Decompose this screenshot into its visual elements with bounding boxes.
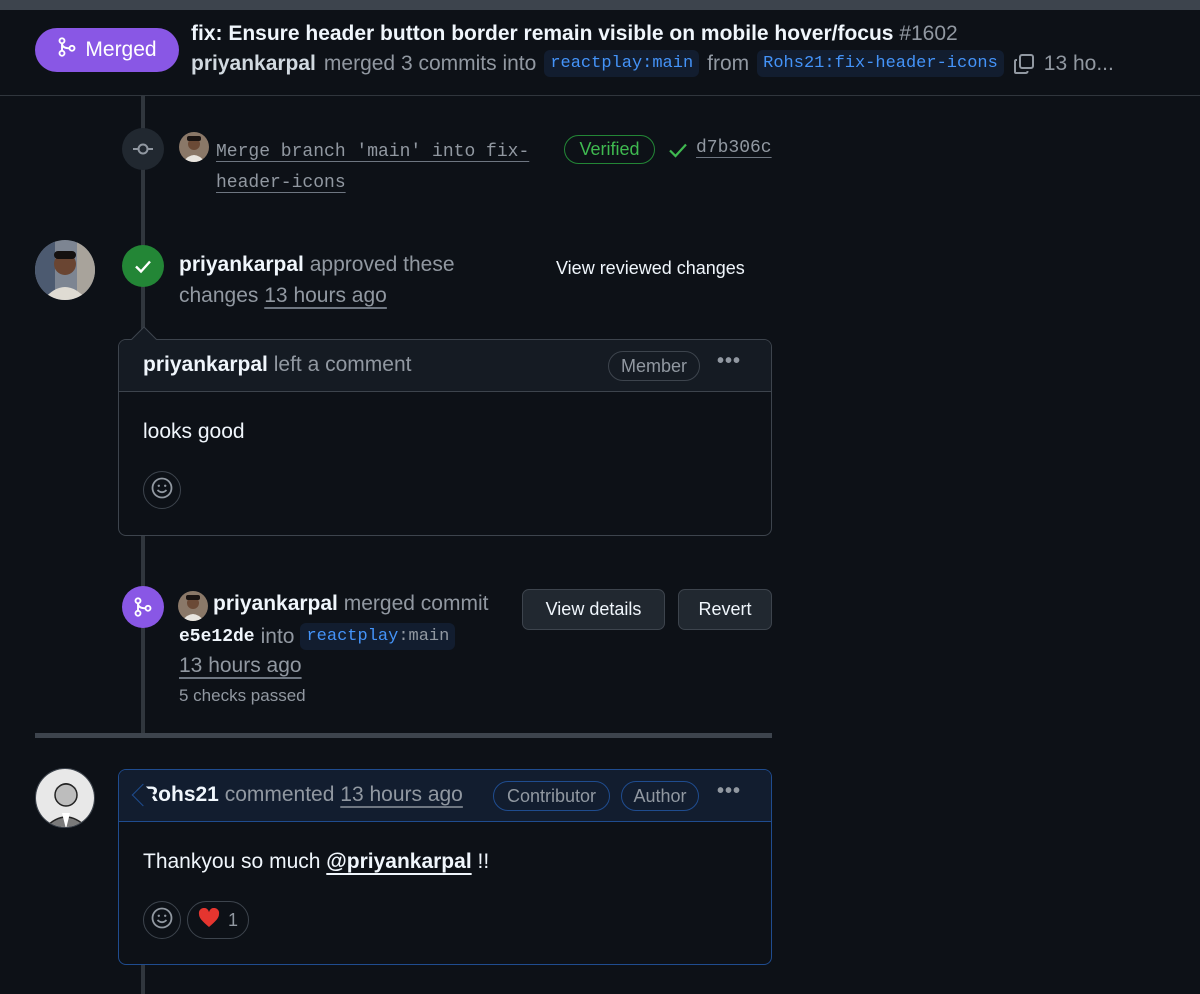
branch-owner: reactplay xyxy=(306,627,399,646)
pr-title-text: fix: Ensure header button border remain … xyxy=(191,22,894,45)
comment-body-suffix: !! xyxy=(477,850,490,873)
member-badge-label: Member xyxy=(620,355,687,376)
heart-reaction-button[interactable]: 1 xyxy=(187,901,249,939)
contributor-badge: Contributor xyxy=(493,781,610,811)
from-text: from xyxy=(707,51,750,75)
merge-commit-line: e5e12de into reactplay:main xyxy=(179,623,456,650)
approved-check-icon xyxy=(122,245,164,287)
check-icon xyxy=(667,139,689,166)
reviewer-avatar[interactable] xyxy=(35,240,95,300)
author-badge: Author xyxy=(621,781,699,811)
verified-badge[interactable]: Verified xyxy=(564,135,655,164)
timeline-line xyxy=(141,535,145,735)
checks-passed-text[interactable]: 5 checks passed xyxy=(179,686,306,706)
author-comment-header: Rohs21 commented 13 hours ago Contributo… xyxy=(119,770,771,822)
author-badge-label: Author xyxy=(633,785,687,806)
member-badge: Member xyxy=(608,351,700,381)
add-reaction-button[interactable] xyxy=(143,471,181,509)
revert-label: Revert xyxy=(698,599,752,619)
heart-icon xyxy=(198,907,220,933)
author-avatar[interactable] xyxy=(35,768,95,828)
pr-merge-time: 13 ho... xyxy=(1043,51,1114,75)
copy-icon[interactable] xyxy=(1012,52,1036,76)
commit-node-icon xyxy=(122,128,164,170)
contributor-badge-label: Contributor xyxy=(506,785,597,806)
smiley-icon xyxy=(150,476,174,505)
review-summary: priyankarpal approved these changes 13 h… xyxy=(179,249,509,311)
add-reaction-button[interactable] xyxy=(143,901,181,939)
review-comment-box: priyankarpal left a comment Member ••• l… xyxy=(118,339,772,536)
commit-message-line-2: header-icons xyxy=(216,173,346,193)
comment-body: looks good xyxy=(143,420,245,443)
view-details-button[interactable]: View details xyxy=(522,589,665,630)
pr-title: fix: Ensure header button border remain … xyxy=(191,22,958,46)
comment-action-text: commented xyxy=(224,783,335,806)
comment-author-link[interactable]: priyankarpal xyxy=(143,353,268,376)
review-comment-header: priyankarpal left a comment Member ••• xyxy=(119,340,771,392)
merge-commit-sha-link[interactable]: e5e12de xyxy=(179,627,255,647)
commit-author-avatar[interactable] xyxy=(179,132,209,162)
smiley-icon xyxy=(150,906,174,935)
merger-name-link[interactable]: priyankarpal xyxy=(213,592,338,615)
branch-name: :main xyxy=(398,627,450,646)
pr-number: #1602 xyxy=(899,22,958,45)
comment-body: Thankyou so much @priyankarpal !! xyxy=(143,850,489,874)
git-merge-icon xyxy=(57,37,77,63)
more-options-icon[interactable]: ••• xyxy=(717,780,741,803)
commit-message-line-1: Merge branch 'main' into fix- xyxy=(216,142,530,162)
merger-avatar[interactable] xyxy=(178,591,208,621)
merged-status-label: Merged xyxy=(85,38,157,61)
commit-message-link[interactable]: Merge branch 'main' into fix- header-ico… xyxy=(216,137,529,199)
merge-time-link[interactable]: 13 hours ago xyxy=(179,654,302,678)
view-details-label: View details xyxy=(545,599,642,619)
pr-merger-link[interactable]: priyankarpal xyxy=(191,52,316,76)
pr-merged-text: merged 3 commits into xyxy=(323,51,537,75)
commit-sha-link[interactable]: d7b306c xyxy=(696,138,772,158)
timeline-divider xyxy=(35,733,772,738)
review-action-text-2: changes xyxy=(179,284,259,307)
merged-status-pill: Merged xyxy=(35,28,179,72)
pr-header: Merged fix: Ensure header button border … xyxy=(0,10,1200,96)
window-top-strip xyxy=(0,0,1200,10)
merge-event-summary: priyankarpal merged commit xyxy=(213,592,488,616)
more-options-icon[interactable]: ••• xyxy=(717,350,741,373)
author-comment-box: Rohs21 commented 13 hours ago Contributo… xyxy=(118,769,772,965)
verified-badge-label: Verified xyxy=(579,139,640,159)
review-time-link[interactable]: 13 hours ago xyxy=(264,284,387,307)
timeline-line xyxy=(141,965,145,994)
comment-action-text: left a comment xyxy=(273,353,412,376)
view-reviewed-changes-button[interactable]: View reviewed changes xyxy=(556,258,745,279)
comment-time-link[interactable]: 13 hours ago xyxy=(340,783,463,806)
reviewer-name-link[interactable]: priyankarpal xyxy=(179,253,304,276)
review-action-text: approved these xyxy=(309,253,455,276)
revert-button[interactable]: Revert xyxy=(678,589,772,630)
comment-body-text: Thankyou so much xyxy=(143,850,321,873)
reaction-count: 1 xyxy=(227,909,238,930)
mention-link[interactable]: @priyankarpal xyxy=(326,850,471,873)
merge-target-branch[interactable]: reactplay:main xyxy=(300,623,456,650)
base-branch-label[interactable]: reactplay:main xyxy=(544,50,700,77)
head-branch-label[interactable]: Rohs21:fix-header-icons xyxy=(757,50,1004,77)
merge-into-text: into xyxy=(260,624,295,648)
pr-merge-summary: priyankarpal merged 3 commits into react… xyxy=(191,50,1114,77)
merged-event-icon xyxy=(122,586,164,628)
merge-action-text: merged commit xyxy=(343,592,489,615)
